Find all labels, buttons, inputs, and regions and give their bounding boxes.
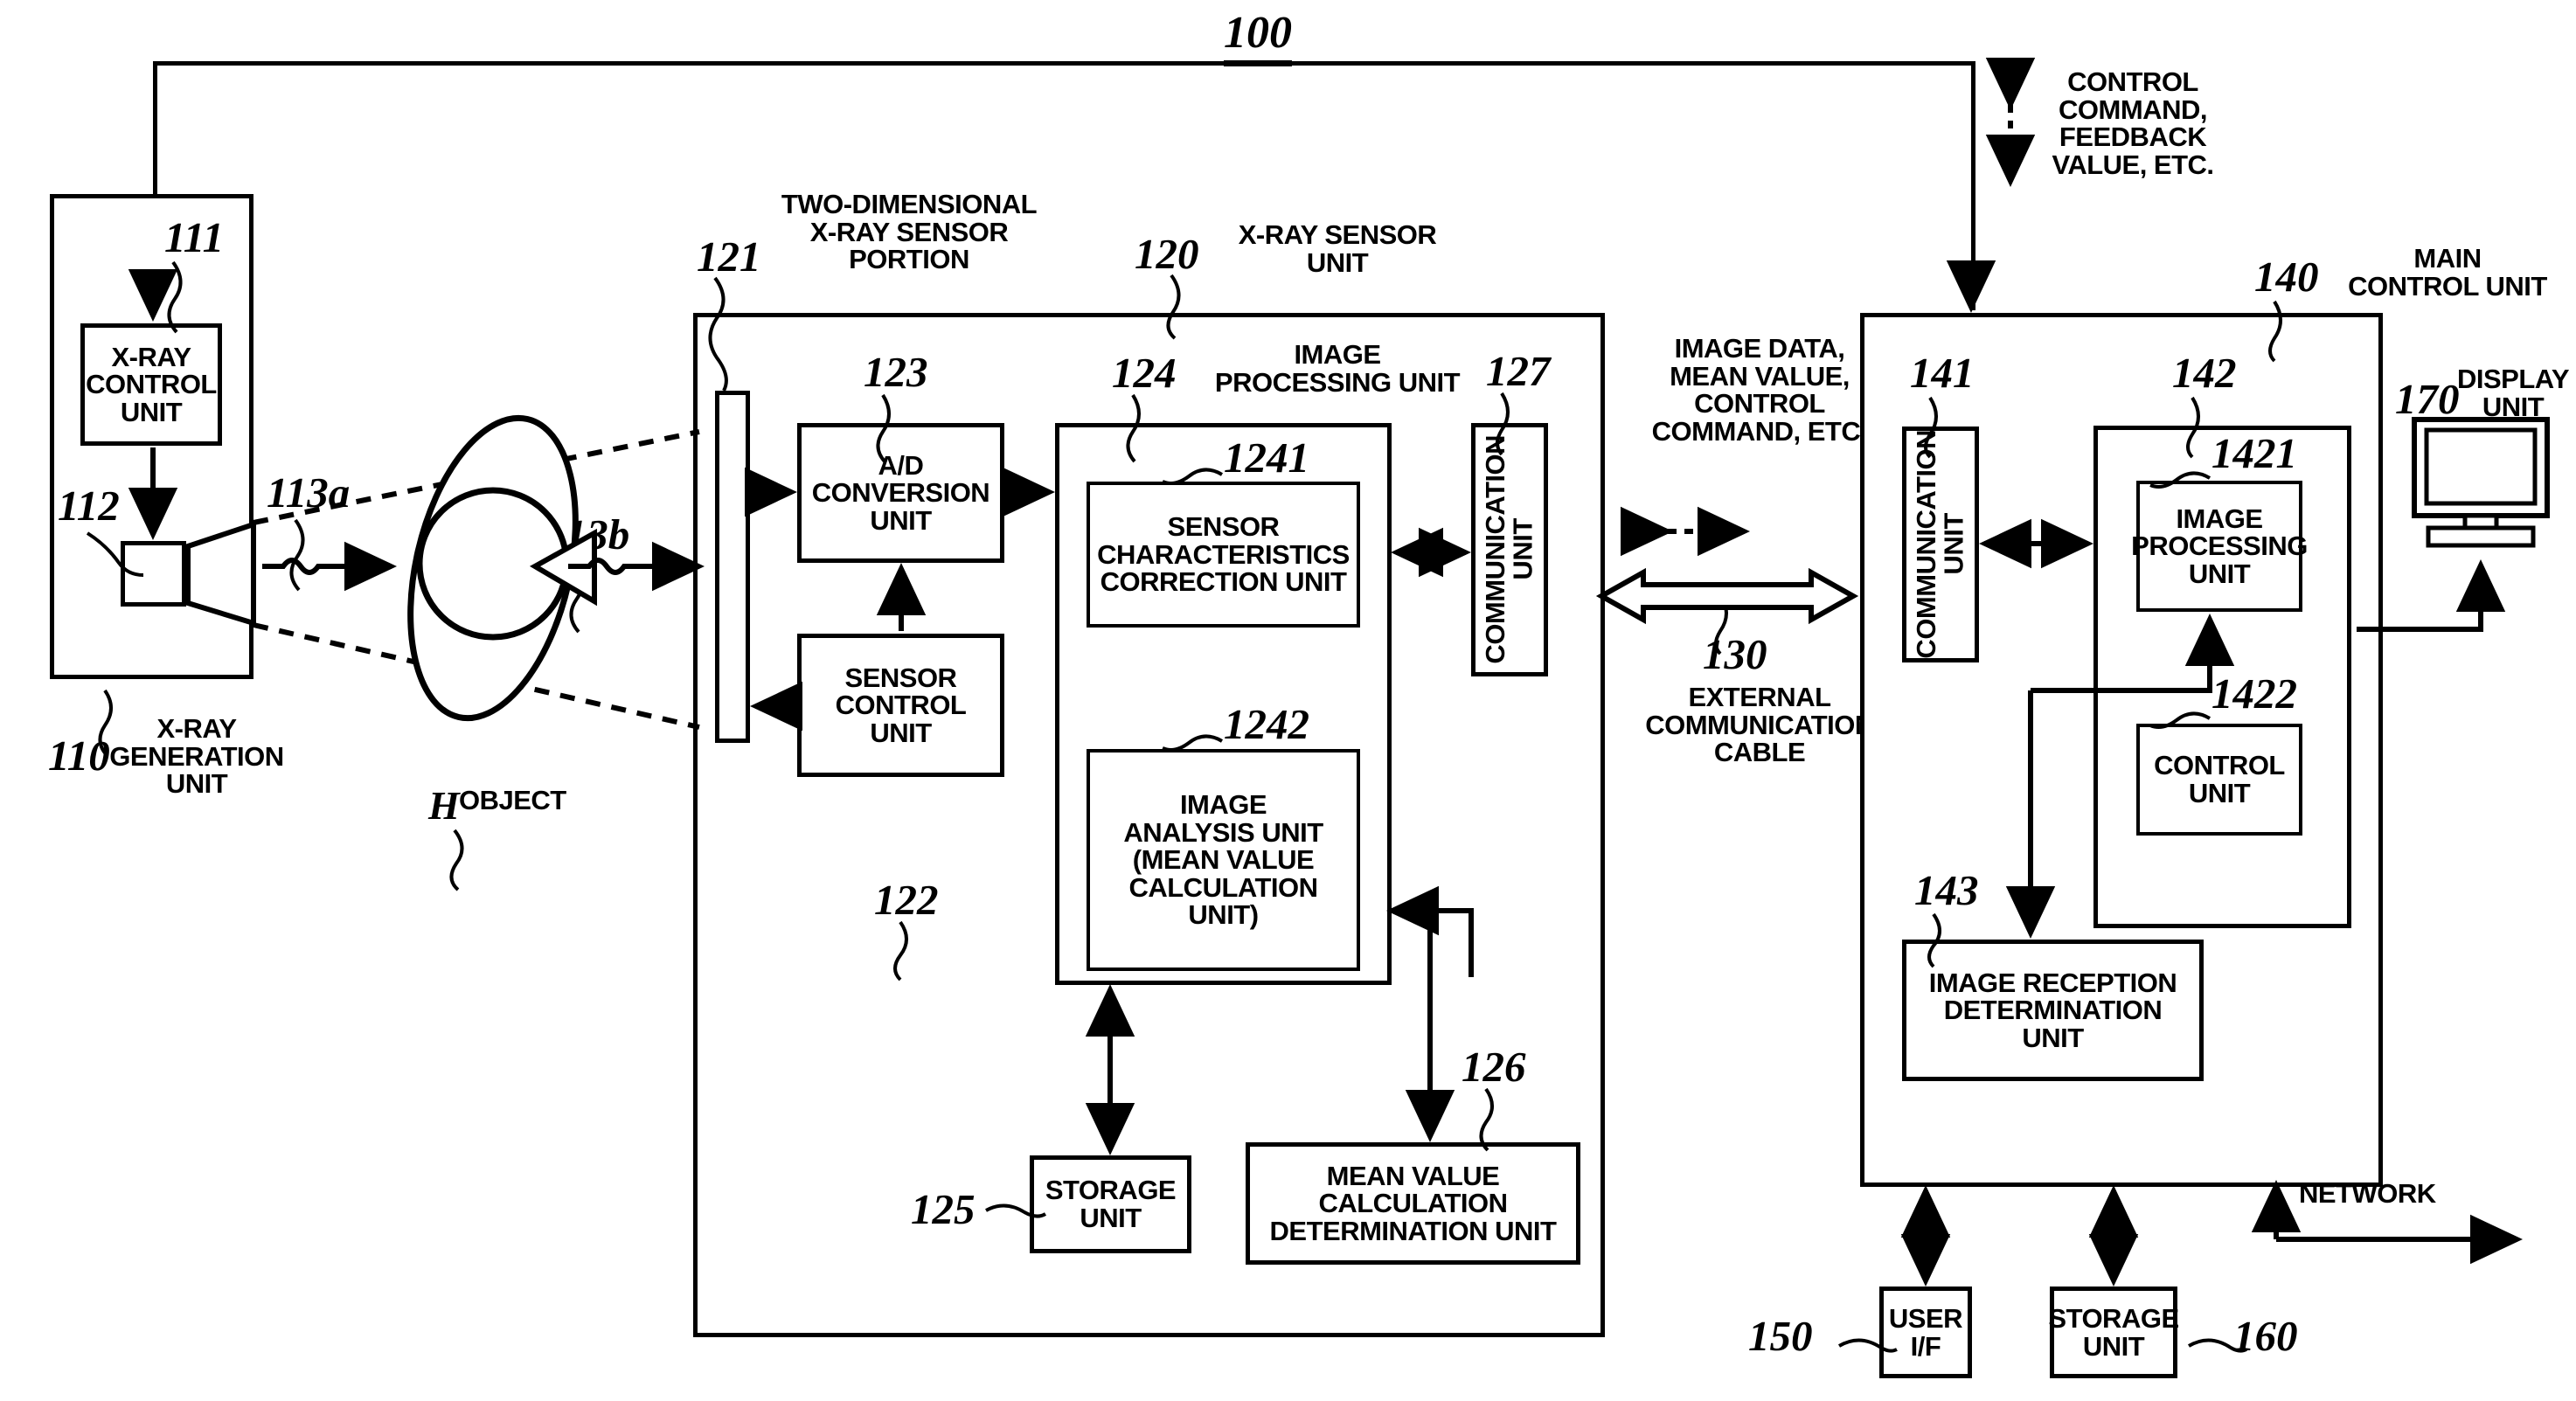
leader-H — [449, 829, 464, 891]
main-storage-unit-label: STORAGE UNIT — [2048, 1302, 2179, 1362]
sensor-storage-unit-box[interactable]: STORAGE UNIT — [1030, 1155, 1191, 1253]
leader-113b — [569, 560, 585, 634]
object-label: OBJECT — [459, 785, 566, 815]
ref-123: 123 — [864, 348, 928, 396]
main-communication-unit-label: COMMUNICATION UNIT — [1911, 430, 1969, 659]
ref-1241: 1241 — [1224, 433, 1309, 482]
leader-170 — [2417, 427, 2431, 489]
ref-113b: 113b — [546, 510, 630, 558]
ref-140: 140 — [2254, 253, 2319, 301]
ref-126: 126 — [1462, 1043, 1526, 1091]
external-cable-double-arrow — [1595, 567, 1859, 625]
display-monitor-screen — [2424, 427, 2538, 506]
main-control-inner-unit-box[interactable]: CONTROL UNIT — [2136, 724, 2302, 836]
beam-lower-dashed — [253, 622, 700, 730]
figure-number: 100 — [1224, 7, 1292, 66]
ad-conversion-unit-box[interactable]: A/D CONVERSION UNIT — [797, 423, 1004, 563]
ref-125: 125 — [911, 1185, 976, 1233]
xray-generation-unit-caption: X-RAY GENERATION UNIT — [109, 713, 284, 800]
xray-control-unit-box[interactable]: X-RAY CONTROL UNIT — [80, 323, 222, 446]
display-unit-caption: DISPLAY UNIT — [2456, 364, 2570, 422]
display-monitor-stand — [2426, 525, 2536, 548]
image-analysis-unit-box[interactable]: IMAGE ANALYSIS UNIT (MEAN VALUE CALCULAT… — [1087, 749, 1360, 971]
xray-tube-box — [121, 541, 186, 607]
top-link-caption: CONTROL COMMAND, FEEDBACK VALUE, ETC. — [2052, 66, 2214, 180]
ad-conversion-unit-label: A/D CONVERSION UNIT — [811, 449, 990, 536]
sensor-control-unit-box[interactable]: SENSOR CONTROL UNIT — [797, 634, 1004, 777]
display-monitor-outer — [2412, 417, 2550, 518]
beam-113a-squiggle — [262, 558, 339, 575]
object-body — [407, 414, 579, 722]
sensor-control-unit-label: SENSOR CONTROL UNIT — [835, 662, 967, 748]
sensor-characteristics-correction-unit-label: SENSOR CHARACTERISTICS CORRECTION UNIT — [1097, 511, 1350, 598]
leader-113a — [289, 518, 305, 592]
main-communication-unit-box[interactable]: COMMUNICATION UNIT — [1902, 427, 1979, 662]
object-head — [416, 487, 570, 641]
main-image-processing-unit-box[interactable]: IMAGE PROCESSING UNIT — [2131, 481, 2308, 612]
display-monitor-neck — [2462, 513, 2499, 531]
ref-122: 122 — [874, 876, 939, 924]
mean-value-calculation-determination-unit-box[interactable]: MEAN VALUE CALCULATION DETERMINATION UNI… — [1246, 1142, 1580, 1265]
sensor-portion-caption: TWO-DIMENSIONAL X-RAY SENSOR PORTION — [781, 189, 1038, 275]
ref-1422: 1422 — [2211, 669, 2297, 718]
ref-113a: 113a — [267, 468, 351, 517]
sensor-storage-unit-label: STORAGE UNIT — [1045, 1175, 1177, 1233]
ref-111: 111 — [164, 213, 225, 261]
ref-121: 121 — [697, 232, 761, 281]
ref-127: 127 — [1486, 347, 1551, 395]
sensor-communication-unit-box[interactable]: COMMUNICATION UNIT — [1471, 423, 1548, 676]
main-control-unit-caption: MAIN CONTROL UNIT — [2348, 243, 2547, 302]
ref-112: 112 — [58, 482, 120, 530]
ref-1421: 1421 — [2211, 429, 2297, 477]
image-reception-determination-unit-label: IMAGE RECEPTION DETERMINATION UNIT — [1928, 967, 2177, 1053]
mean-value-calculation-determination-unit-label: MEAN VALUE CALCULATION DETERMINATION UNI… — [1269, 1160, 1557, 1246]
xray-sensor-unit-caption: X-RAY SENSOR UNIT — [1238, 219, 1437, 278]
ref-120: 120 — [1135, 230, 1199, 278]
two-dimensional-sensor-panel — [715, 391, 750, 743]
ref-141: 141 — [1910, 349, 1975, 397]
main-control-inner-unit-label: CONTROL UNIT — [2154, 750, 2285, 808]
sensor-characteristics-correction-unit-box[interactable]: SENSOR CHARACTERISTICS CORRECTION UNIT — [1087, 482, 1360, 628]
ref-1242: 1242 — [1224, 700, 1309, 748]
ref-143: 143 — [1914, 866, 1979, 914]
patent-figure-canvas: 100 X-RAY CONTROL UNIT 111 112 110 X-RAY… — [0, 0, 2576, 1401]
network-label: NETWORK — [2299, 1178, 2436, 1209]
ref-H: H — [428, 783, 460, 828]
ref-130: 130 — [1703, 630, 1767, 678]
top-feedback-wire-right-vertical — [1971, 61, 1975, 310]
top-feedback-wire-horizontal — [153, 61, 1975, 66]
xray-control-unit-label: X-RAY CONTROL UNIT — [86, 341, 217, 427]
image-reception-determination-unit-box[interactable]: IMAGE RECEPTION DETERMINATION UNIT — [1902, 940, 2204, 1081]
main-image-processing-unit-label: IMAGE PROCESSING UNIT — [2131, 503, 2308, 589]
image-processing-unit-caption: IMAGE PROCESSING UNIT — [1214, 339, 1461, 398]
ref-124: 124 — [1112, 349, 1177, 397]
user-if-label: USER I/F — [1888, 1302, 1963, 1362]
ref-142: 142 — [2172, 349, 2237, 397]
beam-113b-squiggle — [568, 558, 645, 575]
ref-160: 160 — [2233, 1312, 2298, 1360]
image-analysis-unit-label: IMAGE ANALYSIS UNIT (MEAN VALUE CALCULAT… — [1123, 788, 1323, 931]
sensor-communication-unit-label: COMMUNICATION UNIT — [1480, 435, 1538, 664]
user-if-box[interactable]: USER I/F — [1879, 1287, 1972, 1378]
ref-150: 150 — [1748, 1312, 1813, 1360]
main-storage-unit-box[interactable]: STORAGE UNIT — [2048, 1287, 2179, 1378]
